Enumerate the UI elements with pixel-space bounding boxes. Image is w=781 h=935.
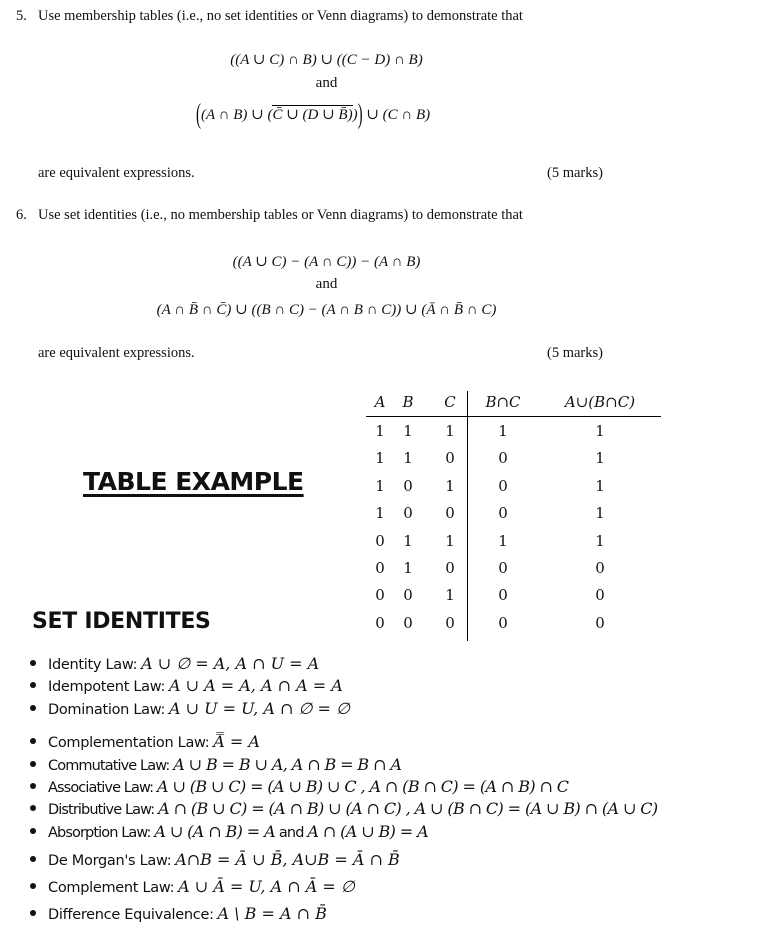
law-formula: A ∩ (B ∪ C) = (A ∩ B) ∪ (A ∩ C) , A ∪ (B… [158,799,658,818]
connector-and: and [315,276,338,292]
list-item-associative-law: Associative Law: A ∪ (B ∪ C) = (A ∪ B) ∪… [30,777,569,798]
list-item-complement-law: Complement Law: A ∪ Ā = U, A ∩ Ā = ∅ [30,877,355,898]
table-cell: 1 [595,422,605,440]
table-cell: 0 [445,504,455,523]
table-cell: 0 [498,476,508,495]
table-cell: 0 [445,559,455,577]
table-cell: 1 [498,422,508,440]
expression-1: ((A ∪ C) ∩ B) ∪ ((C − D) ∩ B) [230,52,423,68]
law-formula: A ∪ Ā = U, A ∩ Ā = ∅ [178,877,355,896]
marks-label: (5 marks) [547,165,603,181]
law-formula: A ∪ (B ∪ C) = (A ∪ B) ∪ C , A ∩ (B ∩ C) … [157,777,569,796]
list-item-absorption-law: Absorption Law: A ∪ (A ∩ B) = A and A ∩ … [30,822,429,843]
question-conclusion: are equivalent expressions. [38,345,195,361]
table-header-rule [366,416,661,418]
list-item-de-morgans-law: De Morgan's Law: A∩B = Ā ∪ B̄, A∪B = Ā ∩… [30,850,400,871]
connector-and: and [315,75,338,91]
law-label: Distributive Law: [48,802,155,818]
law-formula: A ∪ (A ∩ B) = A [154,822,276,841]
table-cell: 1 [445,586,455,605]
table-cell: 1 [445,531,455,550]
bullet-icon [30,805,36,811]
overlined-term: C̄ ∪ (D ∪ B̄) [272,105,353,123]
table-cell: 1 [595,504,605,523]
expr-part: ∪ (C ∩ B) [366,107,431,123]
list-item-distributive-law: Distributive Law: A ∩ (B ∪ C) = (A ∩ B) … [30,799,658,820]
table-example-title: TABLE EXAMPLE [83,467,304,496]
table-cell: 0 [445,449,455,468]
list-item-difference-equivalence: Difference Equivalence: A \ B = A ∩ B̄ [30,904,327,925]
table-header-cell: C [444,393,456,411]
list-item-commutative-law: Commutative Law: A ∪ B = B ∪ A, A ∩ B = … [30,755,402,776]
bullet-icon [30,783,36,789]
bullet-icon [30,910,36,916]
table-cell: 0 [498,504,508,523]
expression-2: (A ∩ B̄ ∩ C̄) ∪ ((B ∩ C) − (A ∩ B ∩ C)) … [156,302,497,318]
bullet-icon [30,660,36,666]
law-formula: A ∪ A = A, A ∩ A = A [168,676,343,695]
table-cell: 1 [595,476,605,495]
table-cell: 0 [498,559,508,577]
law-label: Identity Law: [48,657,138,673]
question-prompt: Use membership tables (i.e., no set iden… [38,8,523,24]
table-cell: 0 [445,613,455,632]
list-item-domination-law: Domination Law: A ∪ U = U, A ∩ ∅ = ∅ [30,699,350,720]
expression-1: ((A ∪ C) − (A ∩ C)) − (A ∩ B) [232,254,421,270]
law-formula: A ∪ ∅ = A, A ∩ U = A [141,654,320,673]
question-number: 5. [16,8,27,24]
list-item-idempotent-law: Idempotent Law: A ∪ A = A, A ∩ A = A [30,676,343,697]
law-formula: A∩B = Ā ∪ B̄, A∪B = Ā ∩ B̄ [175,850,400,869]
law-label: Complement Law: [48,880,175,896]
bullet-icon [30,883,36,889]
table-header-cell: A∪(B∩C) [564,393,636,411]
table-cell: 1 [445,422,455,440]
expression-2: ((A ∩ B) ∪ (C̄ ∪ (D ∪ B̄))) ∪ (C ∩ B) [196,100,431,130]
law-label: Commutative Law: [48,758,170,774]
law-label: Complementation Law: [48,735,210,751]
bullet-icon [30,761,36,767]
table-cell: 0 [498,449,508,468]
list-item-identity-law: Identity Law: A ∪ ∅ = A, A ∩ U = A [30,654,319,675]
bullet-icon [30,705,36,711]
table-cell: 1 [445,476,455,495]
law-formula: A ∩ (A ∪ B) = A [307,822,429,841]
table-cell: 1 [595,449,605,468]
question-conclusion: are equivalent expressions. [38,165,195,181]
law-label: Domination Law: [48,702,166,718]
list-item-complementation-law: Complementation Law: A̿ = A [30,732,260,753]
table-cell: 0 [498,613,508,632]
bullet-icon [30,856,36,862]
law-label: De Morgan's Law: [48,853,172,869]
bullet-icon [30,682,36,688]
marks-label: (5 marks) [547,345,603,361]
table-cell: 0 [595,613,605,632]
bullet-icon [30,828,36,834]
big-paren-open: ( [196,100,201,131]
expr-part: (A ∩ B) ∪ ( [201,107,273,123]
question-number: 6. [16,207,27,223]
question-prompt: Use set identities (i.e., no membership … [38,207,523,223]
law-joiner: and [278,825,304,841]
law-formula: A ∪ B = B ∪ A, A ∩ B = B ∩ A [173,755,402,774]
law-label: Idempotent Law: [48,679,166,695]
big-paren-close: ) [357,100,363,131]
set-identities-title: SET IDENTITES [32,609,211,634]
table-cell: 0 [595,586,605,605]
table-cell: 0 [498,586,508,605]
table-cell: 1 [595,531,605,550]
law-label: Absorption Law: [48,825,151,841]
table-header-cell: B∩C [485,393,521,411]
bullet-icon [30,738,36,744]
law-formula: A ∪ U = U, A ∩ ∅ = ∅ [168,699,350,718]
law-formula: A̿ = A [213,732,260,751]
table-cell: 0 [595,559,605,577]
law-label: Associative Law: [48,780,154,796]
law-formula: A \ B = A ∩ B̄ [217,904,327,923]
law-label: Difference Equivalence: [48,907,214,923]
table-cell: 1 [498,531,508,550]
